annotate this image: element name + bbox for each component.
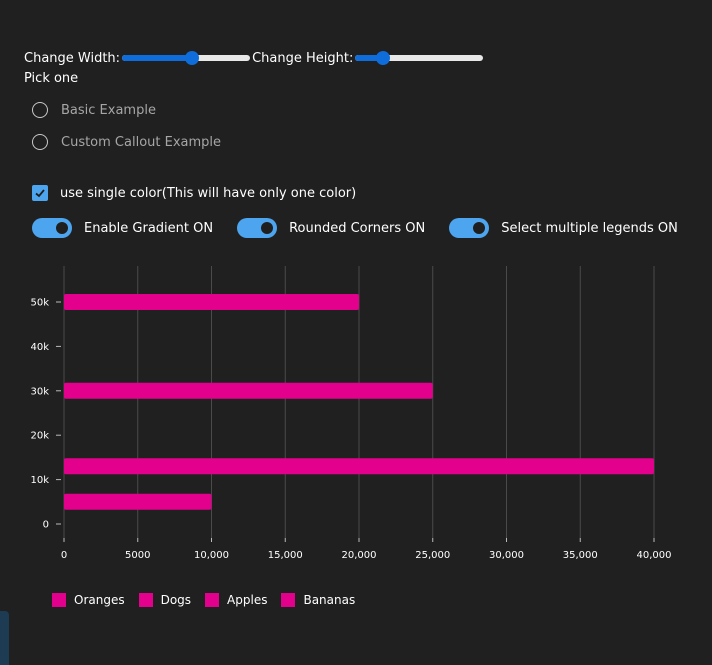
toggle-label: Enable Gradient ON [84,220,214,236]
width-slider-fill [122,55,193,61]
toggle-knob [56,222,68,234]
height-slider-thumb[interactable] [376,51,391,65]
toggle-knob [473,222,486,234]
y-tick-label: 10k [30,475,49,486]
radio-basic-example[interactable]: Basic Example [32,102,156,118]
bar [64,493,212,510]
bar [64,294,359,310]
toggle-switch[interactable] [449,218,490,238]
legend-item-bananas[interactable]: Bananas [281,593,355,607]
y-tick-label: 0 [43,520,49,531]
legend-item-dogs[interactable]: Dogs [138,593,192,607]
width-slider[interactable] [122,48,251,68]
height-label: Change Height: [252,50,354,66]
size-controls: Change Width: Change Height: [24,48,485,68]
toggle-switch[interactable] [237,218,278,238]
chart-legend: Oranges Dogs Apples Bananas [52,593,369,607]
radio-circle[interactable] [32,134,48,150]
x-tick-label: 15,000 [268,550,303,561]
pick-one-label: Pick one [24,71,79,86]
checkbox-checked[interactable] [32,185,48,201]
toggle-select-multiple-legends[interactable]: Select multiple legends ON [449,218,678,238]
x-tick-label: 25,000 [415,550,450,561]
x-tick-label: 10,000 [194,550,229,561]
radio-custom-callout-example[interactable]: Custom Callout Example [32,134,221,150]
legend-label: Dogs [160,593,192,607]
width-slider-thumb[interactable] [185,51,200,65]
legend-label: Apples [227,593,268,607]
toggle-knob [261,222,274,234]
x-tick-label: 0 [61,550,67,561]
legend-item-oranges[interactable]: Oranges [52,593,125,607]
x-tick-label: 20,000 [342,550,377,561]
checkmark-icon [35,189,45,198]
single-color-checkbox[interactable]: use single color(This will have only one… [32,185,356,201]
y-tick-label: 50k [30,298,49,309]
horizontal-bar-chart: 0 5000 10,000 15,000 20,000 25,000 30,000 35,00… [30,266,672,561]
x-tick-label: 30,000 [489,550,524,561]
legend-swatch [138,593,153,607]
toggle-switch[interactable] [32,218,72,238]
legend-label: Bananas [303,593,356,607]
bar [64,382,433,399]
bar [64,458,654,475]
legend-swatch [52,593,66,607]
height-slider[interactable] [355,48,484,68]
legend-label: Oranges [74,593,125,607]
radio-label: Custom Callout Example [61,134,222,150]
x-tick-label: 40,000 [637,550,672,561]
toggle-label: Rounded Corners ON [289,220,426,236]
legend-item-apples[interactable]: Apples [205,593,267,607]
legend-swatch [281,593,296,607]
toggle-enable-gradient[interactable]: Enable Gradient ON [32,218,213,238]
legend-swatch [205,593,220,607]
y-tick-label: 40k [30,342,49,353]
x-tick-label: 5000 [125,550,150,561]
toggle-row: Enable Gradient ON Rounded Corners ON Se… [32,218,702,238]
side-panel-tab[interactable] [0,611,9,665]
radio-label: Basic Example [61,102,156,118]
y-tick-label: 20k [30,431,49,442]
y-tick-label: 30k [30,386,49,397]
width-label: Change Width: [24,50,121,66]
toggle-label: Select multiple legends ON [501,220,678,236]
checkbox-label: use single color(This will have only one… [60,185,357,201]
x-tick-label: 35,000 [563,550,598,561]
radio-circle[interactable] [32,102,48,118]
toggle-rounded-corners[interactable]: Rounded Corners ON [237,218,425,238]
